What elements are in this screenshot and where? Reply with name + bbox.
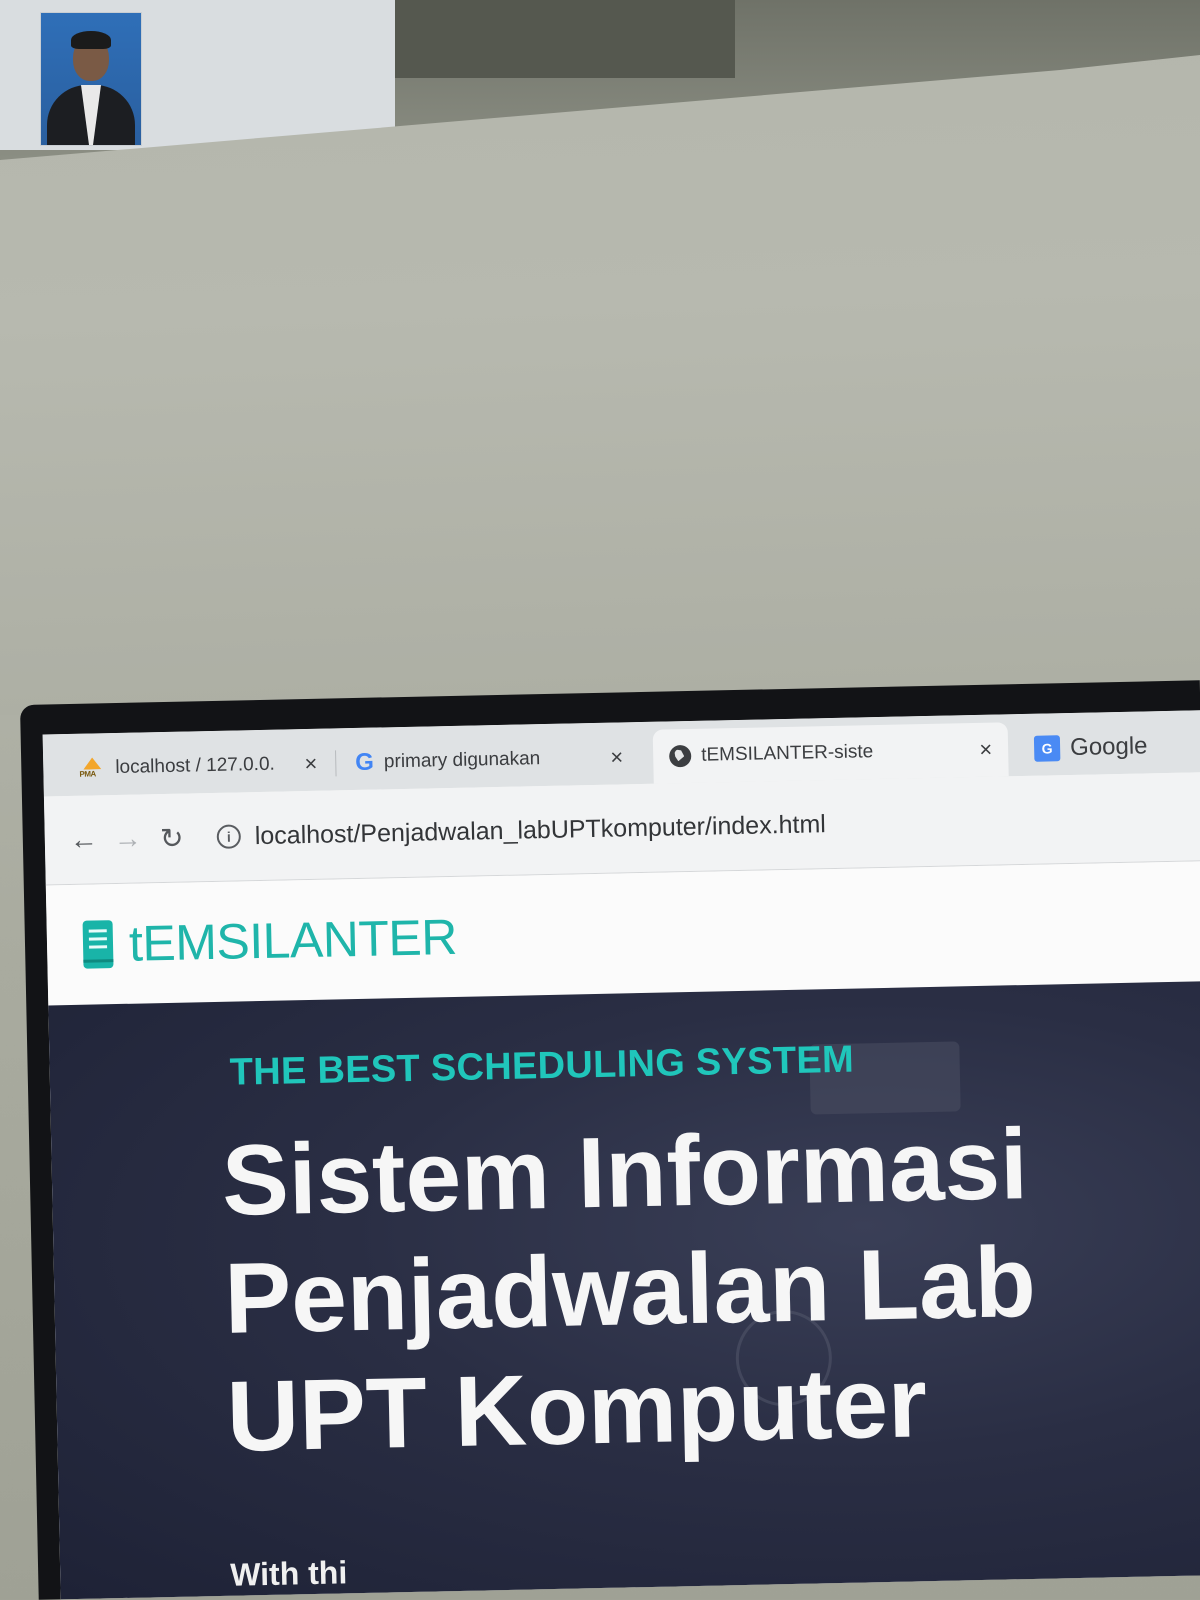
brand-link[interactable]: tEMSILANTER: [82, 908, 457, 974]
hero-title: Sistem Informasi Penjadwalan Lab UPT Kom…: [220, 1108, 1037, 1473]
site-navbar: tEMSILANTER: [45, 861, 1200, 1006]
info-icon[interactable]: i: [216, 824, 242, 849]
google-icon: G: [354, 748, 375, 776]
book-icon: [82, 920, 114, 969]
phpmyadmin-icon: PMA: [79, 757, 105, 780]
tab-title: primary digunakan: [383, 748, 541, 773]
close-icon[interactable]: ×: [979, 737, 992, 763]
tab-title: localhost / 127.0.0.: [115, 753, 276, 779]
tab-title: Google: [1069, 732, 1148, 762]
hero-subtitle: With thi: [229, 1554, 348, 1593]
hero-eyebrow: THE BEST SCHEDULING SYSTEM: [229, 1038, 855, 1094]
close-icon[interactable]: ×: [610, 744, 623, 770]
tab-phpmyadmin[interactable]: PMA localhost / 127.0.0. ×: [63, 736, 334, 796]
hero-section: THE BEST SCHEDULING SYSTEM Sistem Inform…: [48, 981, 1200, 1600]
tab-google-translate[interactable]: G Google: [1018, 718, 1200, 776]
pasted-paper: [0, 0, 395, 150]
url-text[interactable]: localhost/Penjadwalan_labUPTkomputer/ind…: [254, 810, 826, 851]
tab-title: tEMSILANTER-siste: [700, 741, 874, 766]
tab-temsilanter[interactable]: tEMSILANTER-siste ×: [652, 722, 1009, 784]
photo-hair: [71, 31, 111, 49]
reload-icon[interactable]: ↻: [156, 821, 187, 855]
tab-google-search[interactable]: G primary digunakan ×: [339, 730, 640, 790]
browser-window: PMA localhost / 127.0.0. × G primary dig…: [42, 710, 1200, 1600]
google-translate-icon: G: [1033, 735, 1061, 762]
address-bar[interactable]: i localhost/Penjadwalan_labUPTkomputer/i…: [216, 810, 827, 852]
tab-separator: [335, 750, 337, 777]
back-arrow-icon[interactable]: ←: [69, 823, 100, 856]
monitor: PMA localhost / 127.0.0. × G primary dig…: [20, 680, 1200, 1600]
forward-arrow-icon[interactable]: →: [112, 822, 143, 855]
close-icon[interactable]: ×: [304, 751, 317, 777]
id-photo: [40, 12, 142, 146]
globe-icon: [668, 744, 692, 768]
wall-panel: [395, 0, 735, 78]
brand-name: tEMSILANTER: [128, 908, 458, 972]
